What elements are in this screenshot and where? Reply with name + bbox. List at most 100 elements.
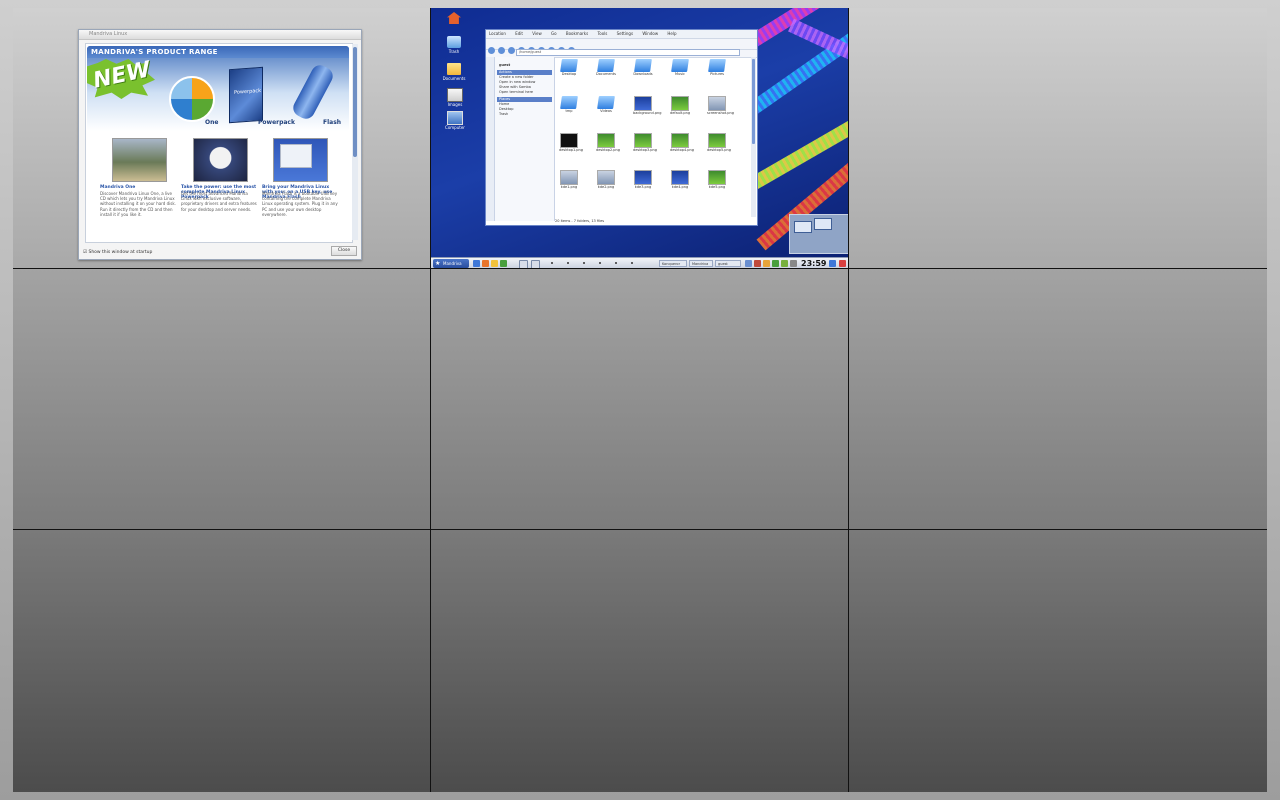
file-item[interactable]: background.png xyxy=(633,96,661,124)
file-item[interactable]: kde2.png xyxy=(596,170,616,198)
file-item[interactable]: kde3.png xyxy=(633,170,653,198)
desktop-6[interactable] xyxy=(849,269,1267,530)
pager-window[interactable] xyxy=(794,221,812,233)
folder-item[interactable]: Downloads xyxy=(633,59,653,87)
column-title-one[interactable]: Mandriva One xyxy=(100,185,176,190)
folder-item[interactable]: Videos xyxy=(596,96,616,124)
desktop-2[interactable]: Home Trash Documents Images Computer Loc… xyxy=(431,8,849,269)
desktop-home-icon[interactable]: Home xyxy=(447,12,461,24)
desktop-8[interactable] xyxy=(431,530,849,792)
image-thumbnail-icon xyxy=(708,96,726,111)
desktop-5[interactable] xyxy=(431,269,849,530)
file-item[interactable]: desktop3.png xyxy=(633,133,657,161)
screenshot-one[interactable] xyxy=(112,138,167,182)
desktop-4[interactable] xyxy=(13,269,431,530)
forward-icon[interactable] xyxy=(498,47,505,54)
desktop-switch-dot[interactable] xyxy=(599,262,601,264)
panel-action[interactable]: Open terminal here xyxy=(495,90,554,95)
menu-help[interactable]: Help xyxy=(667,31,676,36)
flash-usb-key-icon xyxy=(290,62,336,122)
menu-bookmarks[interactable]: Bookmarks xyxy=(566,31,588,36)
window-list-icon[interactable] xyxy=(829,260,836,267)
menu-edit[interactable]: Edit xyxy=(515,31,523,36)
firefox-launcher-icon[interactable] xyxy=(482,260,489,267)
file-manager-window[interactable]: Location Edit View Go Bookmarks Tools Se… xyxy=(485,29,758,226)
file-name-label: desktop5.png xyxy=(707,148,731,152)
desktop-trash-icon[interactable]: Trash xyxy=(447,36,461,54)
desktop-icon-label: Computer xyxy=(445,125,465,130)
menu-view[interactable]: View xyxy=(532,31,542,36)
update-tray-icon[interactable] xyxy=(754,260,761,267)
mandriva-welcome-window[interactable]: Mandriva Linux MANDRIVA'S PRODUCT RANGE … xyxy=(78,29,362,260)
mini-pager[interactable] xyxy=(789,214,848,254)
battery-tray-icon[interactable] xyxy=(781,260,788,267)
file-name-label: default.png xyxy=(670,111,691,115)
menu-tools[interactable]: Tools xyxy=(597,31,607,36)
welcome-scrollbar[interactable] xyxy=(352,44,358,240)
folder-item[interactable]: Music xyxy=(670,59,690,87)
folder-item[interactable]: Desktop xyxy=(559,59,579,87)
screenshot-flash[interactable] xyxy=(273,138,328,182)
folder-item[interactable]: Documents xyxy=(596,59,616,87)
terminal-launcher-icon[interactable] xyxy=(500,260,507,267)
close-button[interactable]: Close xyxy=(331,246,357,256)
desktop-switch-dot[interactable] xyxy=(615,262,617,264)
desktop-images-icon[interactable]: Images xyxy=(447,88,463,107)
start-menu-button[interactable]: Mandriva xyxy=(433,259,469,268)
taskbar-item[interactable]: Mandriva Linux xyxy=(689,260,713,267)
taskbar-item[interactable]: Konqueror xyxy=(659,260,687,267)
file-name-label: Downloads xyxy=(633,72,653,76)
file-view-scrollbar[interactable] xyxy=(751,57,756,217)
up-icon[interactable] xyxy=(508,47,515,54)
desktop-switch-dot[interactable] xyxy=(631,262,633,264)
clipboard-tray-icon[interactable] xyxy=(772,260,779,267)
file-item[interactable]: desktop5.png xyxy=(707,133,731,161)
desktop-3[interactable] xyxy=(849,8,1267,269)
menu-location[interactable]: Location xyxy=(489,31,506,36)
screenshot-powerpack[interactable] xyxy=(193,138,248,182)
desktop-switch-dot[interactable] xyxy=(567,262,569,264)
file-name-label: kde5.png xyxy=(708,185,726,189)
file-item[interactable]: screenshot.png xyxy=(707,96,734,124)
file-item[interactable]: kde5.png xyxy=(707,170,727,198)
scrollbar-thumb[interactable] xyxy=(353,47,357,157)
menu-window[interactable]: Window xyxy=(642,31,658,36)
startup-checkbox[interactable]: ☑ Show this window at startup xyxy=(83,250,152,255)
pager-window[interactable] xyxy=(814,218,832,230)
desktop-computer-icon[interactable]: Computer xyxy=(445,111,465,130)
logout-icon[interactable] xyxy=(839,260,846,267)
folder-item[interactable]: tmp xyxy=(559,96,579,124)
file-item[interactable]: desktop1.png xyxy=(559,133,583,161)
location-input[interactable]: /home/guest xyxy=(516,49,740,56)
file-item[interactable]: kde4.png xyxy=(670,170,690,198)
desktop-7[interactable] xyxy=(13,530,431,792)
desktop-switch-dot[interactable] xyxy=(551,262,553,264)
scrollbar-thumb[interactable] xyxy=(752,59,755,144)
taskbar-item[interactable]: guest xyxy=(715,260,741,267)
network-tray-icon[interactable] xyxy=(745,260,752,267)
menu-go[interactable]: Go xyxy=(551,31,557,36)
back-icon[interactable] xyxy=(488,47,495,54)
pager-icon[interactable] xyxy=(531,260,540,268)
file-item[interactable]: desktop2.png xyxy=(596,133,620,161)
desktop-switch-dot[interactable] xyxy=(583,262,585,264)
file-item[interactable]: kde1.png xyxy=(559,170,579,198)
folder-item[interactable]: Pictures xyxy=(707,59,727,87)
taskbar-clock[interactable]: 23:59 xyxy=(801,258,826,268)
volume-tray-icon[interactable] xyxy=(763,260,770,267)
image-thumbnail-icon xyxy=(560,133,578,148)
desktop-documents-icon[interactable]: Documents xyxy=(443,63,465,81)
panel-place[interactable]: Trash xyxy=(495,112,554,117)
show-desktop-icon[interactable] xyxy=(519,260,528,268)
mail-launcher-icon[interactable] xyxy=(491,260,498,267)
desktop-1[interactable]: Mandriva Linux MANDRIVA'S PRODUCT RANGE … xyxy=(13,8,431,269)
file-icon-view[interactable]: Desktop Documents Downloads Music Pictures tm… xyxy=(555,57,747,217)
konqueror-launcher-icon[interactable] xyxy=(473,260,480,267)
desktop-9[interactable] xyxy=(849,530,1267,792)
file-name-label: Music xyxy=(675,72,685,76)
keyboard-tray-icon[interactable] xyxy=(790,260,797,267)
file-item[interactable]: desktop4.png xyxy=(670,133,694,161)
file-item[interactable]: default.png xyxy=(670,96,690,124)
menu-settings[interactable]: Settings xyxy=(617,31,633,36)
sidebar-tabs[interactable] xyxy=(486,57,495,221)
